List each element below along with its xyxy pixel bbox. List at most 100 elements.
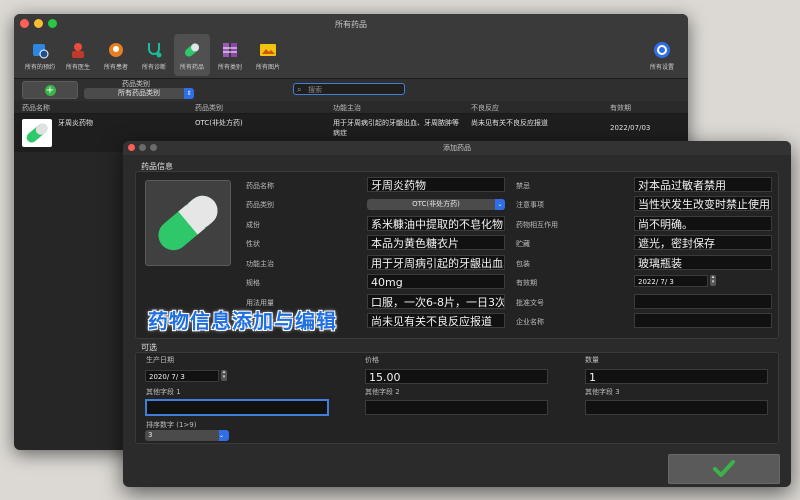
plus-icon: +	[44, 84, 56, 96]
toolbar-label: 所有药品	[179, 64, 204, 71]
image-icon	[257, 40, 279, 60]
category-filter-select[interactable]: 所有药品类别 ⇕	[84, 88, 194, 99]
cell-category: OTC(非处方药)	[195, 119, 243, 127]
chevron-down-icon: ⌄	[495, 199, 505, 210]
toolbar-doctors[interactable]: 所有医生	[60, 34, 96, 76]
category-select-value: OTC(非处方药)	[412, 200, 460, 208]
field-label: 生产日期	[146, 356, 174, 364]
toolbar-medicines[interactable]: 所有药品	[174, 34, 210, 76]
title-bar: 所有药品	[14, 14, 688, 34]
gear-icon	[651, 40, 673, 60]
toolbar-label: 所有图片	[255, 64, 280, 71]
interactions-field[interactable]: 尚不明确。	[634, 216, 772, 231]
search-input[interactable]: ⌕ 搜索	[293, 83, 405, 95]
contraindications-field[interactable]: 对本品过敏者禁用	[634, 177, 772, 192]
table-header: 药品名称 药品类别 功能主治 不良反应 有效期	[14, 101, 688, 114]
price-field[interactable]: 15.00	[365, 369, 548, 384]
pill-icon	[158, 195, 218, 251]
toolbar-categories[interactable]: 所有类别	[212, 34, 248, 76]
field-label: 批准文号	[516, 299, 544, 307]
search-placeholder: 搜索	[308, 86, 322, 94]
sort-number-select[interactable]: 3 ⌄	[145, 430, 229, 441]
confirm-button[interactable]	[668, 454, 780, 484]
category-filter-value: 所有药品类别	[118, 89, 160, 97]
appearance-field[interactable]: 本品为黄色糖衣片	[367, 235, 505, 250]
search-icon: ⌕	[297, 85, 302, 94]
expiry-date-field[interactable]: 2022/ 7/ 3	[634, 275, 708, 287]
field-label: 贮藏	[516, 240, 530, 248]
calendar-icon	[29, 40, 51, 60]
column-header[interactable]: 药品类别	[195, 103, 223, 113]
column-header[interactable]: 有效期	[610, 103, 631, 113]
dosage-field[interactable]: 口服，一次6-8片，一日3次	[367, 294, 505, 309]
manufacturer-field[interactable]	[634, 313, 772, 328]
doctor-icon	[67, 40, 89, 60]
add-medicine-button[interactable]: +	[22, 81, 78, 99]
field-label: 其他字段 1	[146, 388, 181, 396]
precautions-field[interactable]: 当性状发生改变时禁止使用	[634, 196, 772, 211]
categories-icon	[219, 40, 241, 60]
toolbar-diagnoses[interactable]: 所有诊断	[136, 34, 172, 76]
sort-number-value: 3	[148, 431, 153, 439]
column-header[interactable]: 不良反应	[471, 103, 499, 113]
storage-field[interactable]: 遮光，密封保存	[634, 235, 772, 250]
approval-number-field[interactable]	[634, 294, 772, 309]
medicine-image-well[interactable]	[145, 180, 231, 266]
cell-adverse: 尚未见有关不良反应报道	[471, 119, 548, 127]
field-label: 其他字段 2	[365, 388, 400, 396]
adverse-field[interactable]: 尚未见有关不良反应报道	[367, 313, 505, 328]
extra-field-2[interactable]	[365, 400, 548, 415]
extra-field-3[interactable]	[585, 400, 768, 415]
dialog-title-bar: 添加药品	[123, 141, 791, 155]
field-label: 数量	[585, 356, 599, 364]
field-label: 其他字段 3	[585, 388, 620, 396]
field-label: 规格	[246, 279, 260, 287]
chevron-down-icon: ⌄	[219, 430, 229, 441]
toolbar-appointments[interactable]: 所有的预约	[22, 34, 58, 76]
field-label: 排序数字 (1>9)	[146, 421, 197, 429]
production-date-stepper[interactable]: ▴ ▾	[221, 370, 227, 381]
checkmark-icon	[713, 460, 735, 477]
window-title: 所有药品	[335, 20, 367, 29]
field-label: 性状	[246, 240, 260, 248]
indication-field[interactable]: 用于牙周病引起的牙龈出血、	[367, 255, 505, 270]
spec-field[interactable]: 40mg	[367, 274, 505, 289]
category-select[interactable]: OTC(非处方药) ⌄	[367, 199, 505, 210]
name-field[interactable]: 牙周炎药物	[367, 177, 505, 192]
toolbar-label: 所有诊断	[141, 64, 166, 71]
cell-indication-cont: 病症	[333, 129, 347, 137]
chevron-updown-icon: ⇕	[184, 88, 194, 99]
expiry-date-stepper[interactable]: ▴ ▾	[710, 275, 716, 286]
extra-field-1[interactable]	[145, 399, 329, 416]
toolbar-label: 所有医生	[65, 64, 90, 71]
field-label: 企业名称	[516, 318, 544, 326]
column-header[interactable]: 药品名称	[22, 103, 50, 113]
field-label: 功能主治	[246, 260, 274, 268]
field-label: 药品类别	[246, 201, 274, 209]
toolbar-label: 所有的预约	[24, 64, 55, 71]
quantity-field[interactable]: 1	[585, 369, 768, 384]
field-label: 注意事项	[516, 201, 544, 209]
toolbar-label: 所有设置	[649, 64, 674, 71]
production-date-field[interactable]: 2020/ 7/ 3	[145, 370, 219, 382]
packaging-field[interactable]: 玻璃瓶装	[634, 255, 772, 270]
field-label: 药品名称	[246, 182, 274, 190]
toolbar-label: 所有类别	[217, 64, 242, 71]
toolbar-label: 所有患者	[103, 64, 128, 71]
medicine-thumbnail	[22, 119, 52, 147]
optional-panel	[135, 352, 779, 444]
pill-icon	[181, 40, 203, 60]
toolbar-patients[interactable]: 所有患者	[98, 34, 134, 76]
column-header[interactable]: 功能主治	[333, 103, 361, 113]
filter-bar: + 药品类别 所有药品类别 ⇕ ⌕ 搜索	[14, 79, 688, 101]
dialog-title: 添加药品	[443, 144, 471, 152]
toolbar-settings[interactable]: 所有设置	[644, 34, 680, 76]
promo-caption: 药物信息添加与编辑	[148, 309, 337, 333]
field-label: 包装	[516, 260, 530, 268]
toolbar-images[interactable]: 所有图片	[250, 34, 286, 76]
ingredients-field[interactable]: 系米糠油中提取的不皂化物	[367, 216, 505, 231]
field-label: 药物相互作用	[516, 221, 558, 229]
stethoscope-icon	[143, 40, 165, 60]
cell-name: 牙周炎药物	[58, 119, 93, 127]
patient-icon	[105, 40, 127, 60]
